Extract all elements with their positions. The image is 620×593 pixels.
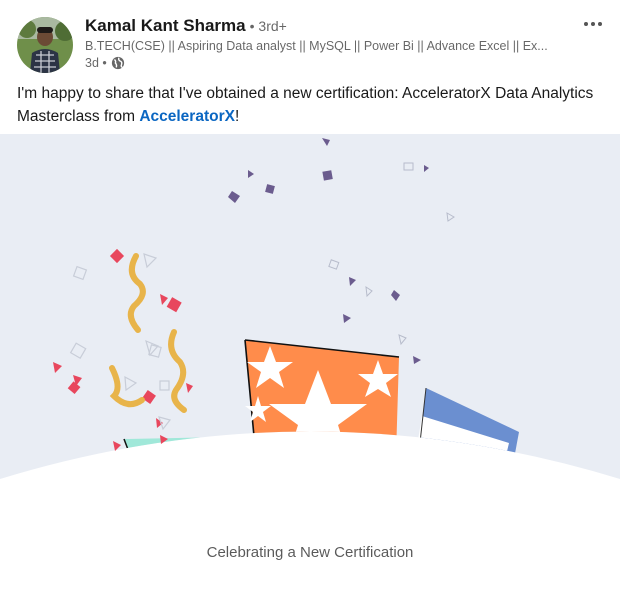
actor-name[interactable]: Kamal Kant Sharma • 3rd+: [85, 16, 287, 36]
company-mention-link[interactable]: AcceleratorX: [139, 108, 235, 125]
avatar[interactable]: [17, 17, 73, 73]
more-options-icon: [584, 22, 602, 26]
connection-degree: • 3rd+: [249, 18, 287, 34]
actor-name-text[interactable]: Kamal Kant Sharma: [85, 16, 246, 35]
actor-headline: B.TECH(CSE) || Aspiring Data analyst || …: [85, 39, 548, 53]
certification-banner[interactable]: Celebrating a New Certification: [0, 134, 620, 593]
banner-caption: Celebrating a New Certification: [206, 544, 414, 561]
post-text-end: !: [234, 108, 240, 125]
post-meta: 3d •: [85, 56, 125, 70]
more-options-button[interactable]: [578, 12, 608, 36]
avatar-photo: [17, 17, 73, 73]
post-text: I'm happy to share that I've obtained a …: [17, 82, 617, 128]
feed-post-card: Kamal Kant Sharma • 3rd+ B.TECH(CSE) || A…: [0, 0, 620, 593]
post-text-body: I'm happy to share that I've obtained a …: [17, 85, 594, 125]
post-time: 3d •: [85, 56, 107, 70]
globe-icon: [111, 56, 125, 70]
celebration-illustration: [0, 134, 620, 593]
